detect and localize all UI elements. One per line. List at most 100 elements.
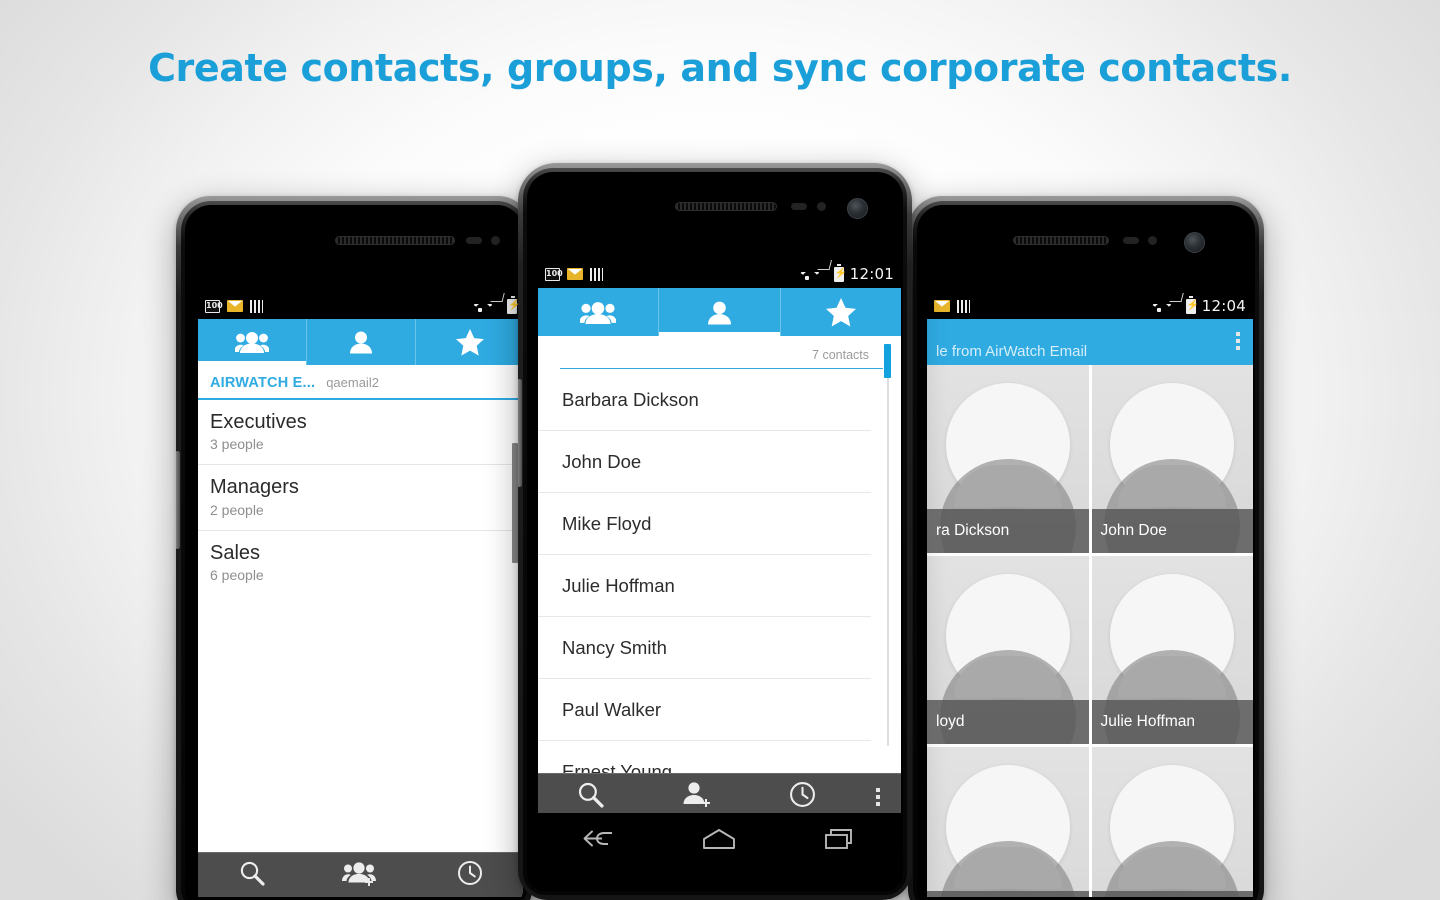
status-bar-right: 12:04 xyxy=(927,293,1253,319)
battery-100-icon: 100 xyxy=(205,299,223,313)
contact-count-row: 7 contacts xyxy=(560,340,883,369)
tab-favorites[interactable] xyxy=(781,288,901,336)
contacts-grid: ra Dickson John Doe loyd Julie Hoffman xyxy=(927,365,1253,897)
tab-contacts[interactable] xyxy=(307,319,416,365)
star-icon xyxy=(825,297,856,327)
list-item[interactable]: Executives 3 people xyxy=(198,400,523,466)
tab-groups[interactable] xyxy=(198,319,307,365)
list-item[interactable]: John Doe xyxy=(538,431,871,493)
status-clock: 12:04 xyxy=(1201,297,1246,315)
volume-button[interactable] xyxy=(518,379,522,487)
person-icon xyxy=(708,300,731,325)
add-contact-action[interactable] xyxy=(644,781,750,813)
overflow-menu-icon xyxy=(876,788,881,806)
screen-right: 12:04 le from AirWatch Email ra Dickson xyxy=(927,293,1253,897)
group-people-icon xyxy=(235,330,269,354)
home-nav[interactable] xyxy=(699,827,739,856)
contact-card[interactable]: Julie Hoffman xyxy=(1091,556,1253,744)
mail-icon xyxy=(567,268,583,280)
group-subtitle: 3 people xyxy=(210,436,264,453)
contact-card[interactable]: Smith xyxy=(927,747,1089,897)
earpiece-speaker xyxy=(335,236,455,245)
contact-card[interactable]: Ernest Young xyxy=(1091,747,1253,897)
proximity-sensor xyxy=(466,237,482,244)
contact-count: 7 contacts xyxy=(812,348,869,362)
list-item[interactable]: Barbara Dickson xyxy=(538,369,871,431)
contact-name: John Doe xyxy=(1091,509,1253,553)
add-group-icon xyxy=(342,860,380,891)
tab-bar-center xyxy=(538,288,901,336)
list-scrollbar[interactable] xyxy=(884,344,891,378)
wifi-icon xyxy=(799,268,815,280)
mail-icon xyxy=(934,300,950,312)
recent-action[interactable] xyxy=(749,781,855,813)
bars-icon xyxy=(590,267,603,281)
list-item[interactable]: Paul Walker xyxy=(538,679,871,741)
bars-icon xyxy=(957,299,970,313)
search-icon xyxy=(239,860,265,891)
screen-left: 100 ⚡ AIRWATCH E... qaemail2 Executives … xyxy=(198,293,523,897)
phone-center: 100 12:01 xyxy=(518,163,912,900)
phone-right: 12:04 le from AirWatch Email ra Dickson xyxy=(908,196,1264,900)
screen-center: 100 12:01 xyxy=(538,260,901,820)
account-sub: qaemail2 xyxy=(326,375,379,390)
search-action[interactable] xyxy=(198,860,307,891)
group-subtitle: 2 people xyxy=(210,501,264,518)
status-bar-left: 100 xyxy=(198,293,523,319)
earpiece-speaker xyxy=(1013,236,1109,245)
wifi-icon xyxy=(472,300,488,312)
page-title: Create contacts, groups, and sync corpor… xyxy=(148,46,1292,90)
contact-name: ra Dickson xyxy=(927,509,1089,553)
volume-button[interactable] xyxy=(176,451,180,549)
group-subtitle: 6 people xyxy=(210,567,264,584)
recent-action[interactable] xyxy=(415,860,523,891)
app-bar-right: le from AirWatch Email xyxy=(927,319,1253,365)
contact-name: Smith xyxy=(927,891,1089,897)
group-title: Executives xyxy=(210,411,307,433)
light-sensor xyxy=(491,236,500,245)
contact-card[interactable]: loyd xyxy=(927,556,1089,744)
battery-icon xyxy=(833,264,844,282)
recents-nav[interactable] xyxy=(823,827,859,856)
signal-icon xyxy=(819,269,830,280)
add-group-action[interactable] xyxy=(307,860,416,891)
star-icon xyxy=(456,328,484,356)
tab-groups[interactable] xyxy=(538,288,660,336)
contact-name: Ernest Young xyxy=(1091,891,1253,897)
list-item[interactable]: Nancy Smith xyxy=(538,617,871,679)
front-camera xyxy=(847,198,868,219)
back-nav[interactable] xyxy=(580,827,616,856)
clock-icon xyxy=(789,781,816,813)
back-arrow-icon xyxy=(580,830,616,855)
clock-icon xyxy=(457,860,483,891)
signal-icon xyxy=(492,301,503,312)
group-title: Managers xyxy=(210,476,299,499)
app-bar-title: le from AirWatch Email xyxy=(936,343,1088,360)
bars-icon xyxy=(250,299,263,313)
group-people-icon xyxy=(580,300,617,325)
search-action[interactable] xyxy=(538,781,644,813)
list-scroll-track xyxy=(887,346,889,746)
tab-contacts[interactable] xyxy=(659,288,781,336)
screenshot-stage: Create contacts, groups, and sync corpor… xyxy=(0,0,1440,900)
home-icon xyxy=(699,828,739,855)
nav-bar-center xyxy=(538,813,901,869)
account-header[interactable]: AIRWATCH E... qaemail2 xyxy=(198,365,523,400)
person-icon xyxy=(350,330,372,354)
account-name: AIRWATCH E... xyxy=(210,375,316,391)
battery-100-icon: 100 xyxy=(545,267,563,281)
list-item[interactable]: Sales 6 people xyxy=(198,531,523,595)
contact-card[interactable]: ra Dickson xyxy=(927,365,1089,553)
search-icon xyxy=(577,781,604,813)
signal-icon xyxy=(1171,301,1182,312)
list-item[interactable]: Julie Hoffman xyxy=(538,555,871,617)
contact-card[interactable]: John Doe xyxy=(1091,365,1253,553)
list-item[interactable]: Mike Floyd xyxy=(538,493,871,555)
tab-favorites[interactable] xyxy=(416,319,523,365)
status-clock: 12:01 xyxy=(849,265,894,283)
overflow-action[interactable] xyxy=(855,788,901,806)
light-sensor xyxy=(817,202,826,211)
list-item[interactable]: Managers 2 people xyxy=(198,465,523,531)
battery-icon xyxy=(1185,296,1196,314)
overflow-menu-icon[interactable] xyxy=(1236,332,1240,350)
